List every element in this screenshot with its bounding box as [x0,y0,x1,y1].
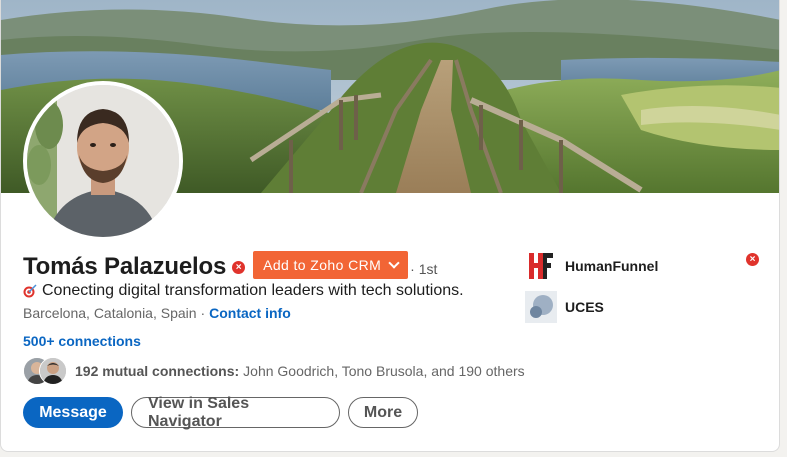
target-emoji-icon [23,284,37,298]
organizations: HumanFunnel UCES [525,250,658,332]
org-name: UCES [565,299,604,315]
mutual-count: 192 mutual connections: [75,363,240,379]
humanfunnel-logo-icon [525,250,557,282]
connection-degree: · 1st [410,261,438,277]
profile-actions: Message View in Sales Navigator More [23,395,426,430]
profile-card: Tomás Palazuelos × Add to Zoho CRM · 1st… [0,0,780,452]
headline: Conecting digital transformation leaders… [23,282,464,300]
profile-photo[interactable] [23,81,183,241]
location-row: Barcelona, Catalonia, Spain · Contact in… [23,305,291,321]
org-item-humanfunnel[interactable]: HumanFunnel [525,250,658,282]
more-button[interactable]: More [348,397,418,428]
add-to-zoho-crm-button[interactable]: Add to Zoho CRM [253,251,409,279]
close-icon[interactable]: × [746,253,759,266]
org-name: HumanFunnel [565,258,659,274]
avatar [39,357,67,385]
zoho-button-label: Add to Zoho CRM [263,257,382,273]
org-item-uces[interactable]: UCES [525,291,658,323]
view-in-sales-navigator-button[interactable]: View in Sales Navigator [131,395,340,430]
contact-info-link[interactable]: Contact info [209,305,291,321]
location-text: Barcelona, Catalonia, Spain · [23,305,206,321]
name-row: Tomás Palazuelos × Add to Zoho CRM · 1st [23,250,437,284]
mutual-avatars [23,357,69,385]
profile-name: Tomás Palazuelos [23,253,227,280]
remove-icon[interactable]: × [232,260,246,274]
mutual-connections[interactable]: 192 mutual connections: John Goodrich, T… [23,357,525,385]
message-button[interactable]: Message [23,397,123,428]
uces-logo-icon [525,291,557,323]
chevron-down-icon [388,257,400,269]
headline-text: Conecting digital transformation leaders… [42,282,464,299]
mutual-names: John Goodrich, Tono Brusola, and 190 oth… [243,363,525,379]
connections-link[interactable]: 500+ connections [23,333,141,349]
